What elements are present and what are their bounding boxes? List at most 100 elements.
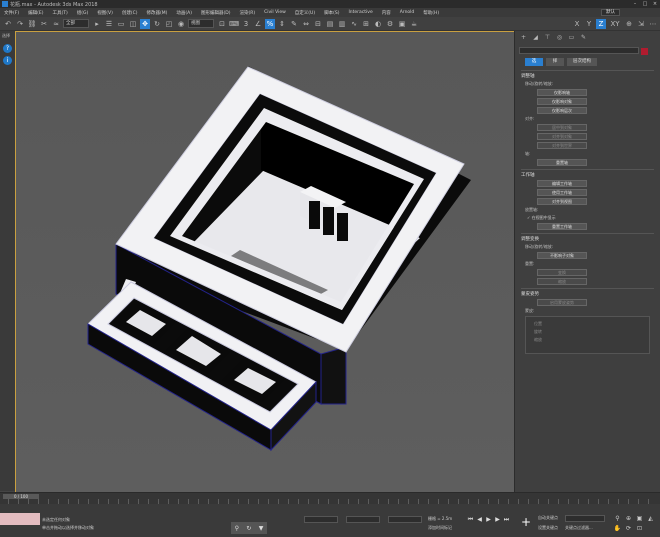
axis-xy-label[interactable]: XY (608, 19, 622, 29)
selection-lock-icon[interactable]: ⚲ (235, 525, 239, 532)
rollout-title[interactable]: 工作轴 (521, 172, 654, 178)
curve-editor-icon[interactable]: ∿ (349, 19, 359, 29)
maxscript-listener[interactable] (0, 513, 40, 525)
go-to-end-icon[interactable]: ⏭ (502, 515, 511, 524)
render-production-icon[interactable]: ☕ (409, 19, 419, 29)
previous-frame-icon[interactable]: ◀ (475, 515, 484, 524)
hierarchy-tab-icon[interactable]: ⊤ (543, 34, 552, 42)
x-coord-field[interactable] (304, 516, 338, 523)
help-icon[interactable]: ? (3, 44, 12, 53)
isolate-icon[interactable]: ↻ (246, 525, 251, 532)
schematic-view-icon[interactable]: ⊞ (361, 19, 371, 29)
window-crossing-icon[interactable]: ◫ (128, 19, 138, 29)
menu-scripting[interactable]: 脚本(S) (324, 10, 339, 16)
select-object-icon[interactable]: ▸ (92, 19, 102, 29)
mirror-icon[interactable]: ⇔ (301, 19, 311, 29)
z-coord-field[interactable] (388, 516, 422, 523)
menu-rendering[interactable]: 渲染(R) (239, 10, 255, 16)
affect-hierarchy-only-button[interactable]: 仅影响层次 (537, 107, 587, 114)
key-filters-button[interactable]: 关键点过滤器... (565, 525, 593, 531)
filter-icon[interactable]: ▼ (259, 525, 264, 532)
tab-link-info[interactable]: 层次结构 (567, 58, 597, 66)
percent-snap-icon[interactable]: % (265, 18, 275, 29)
spinner-snap-icon[interactable]: ⇕ (277, 19, 287, 29)
tab-ik[interactable]: 择 (546, 58, 564, 66)
display-tab-icon[interactable]: ▭ (567, 34, 576, 42)
reference-coordinate-dropdown[interactable]: 视图 (188, 19, 214, 28)
menu-content[interactable]: 内容 (382, 10, 391, 16)
link-icon[interactable]: ⛓ (27, 19, 37, 29)
skin-rotation-option[interactable]: 旋转 (534, 329, 647, 335)
reset-scale-button[interactable]: 缩放 (537, 278, 587, 285)
select-and-scale-icon[interactable]: ◰ (164, 19, 174, 29)
pan-icon[interactable]: ✋ (612, 524, 623, 534)
axis-z-icon[interactable]: Z (596, 18, 606, 29)
select-and-rotate-icon[interactable]: ↻ (152, 19, 162, 29)
menu-views[interactable]: 视图(V) (97, 10, 113, 16)
axis-y-icon[interactable]: Y (584, 19, 594, 29)
key-filter-dropdown[interactable] (565, 515, 605, 522)
add-time-tag[interactable]: 添加时间标记 (428, 525, 452, 531)
axis-options-icon[interactable]: ⋯ (648, 19, 658, 29)
selection-filter-dropdown[interactable]: 全部 (63, 19, 89, 28)
auto-key-button[interactable]: 自动关键点 (538, 515, 558, 521)
skin-scale-option[interactable]: 缩放 (534, 337, 647, 343)
time-slider-track[interactable]: 0 / 100 (0, 492, 660, 504)
rollout-title[interactable]: 调整变换 (521, 236, 654, 242)
axis-x-icon[interactable]: X (572, 19, 582, 29)
tab-pivot[interactable]: 选 (525, 58, 543, 66)
toggle-ribbon-icon[interactable]: ▥ (337, 19, 347, 29)
rendered-frame-icon[interactable]: ▣ (397, 19, 407, 29)
use-working-pivot-button[interactable]: 使用工作轴 (537, 189, 587, 196)
utilities-tab-icon[interactable]: ✎ (579, 34, 588, 42)
close-icon[interactable]: × (650, 1, 660, 7)
named-selection-icon[interactable]: ✎ (289, 19, 299, 29)
material-editor-icon[interactable]: ◐ (373, 19, 383, 29)
angle-snap-icon[interactable]: ∠ (253, 19, 263, 29)
info-icon[interactable]: i (3, 56, 12, 65)
layer-explorer-icon[interactable]: ▤ (325, 19, 335, 29)
enable-skin-pose-button[interactable]: 启用蒙皮姿势 (537, 299, 587, 306)
next-frame-icon[interactable]: ▶ (493, 515, 502, 524)
rollout-title[interactable]: 调整轴 (521, 73, 654, 79)
menu-help[interactable]: 帮助(H) (423, 10, 439, 16)
menu-edit[interactable]: 编辑(E) (28, 10, 43, 16)
go-to-start-icon[interactable]: ⏮ (466, 515, 475, 524)
menu-modifiers[interactable]: 修改器(M) (146, 10, 167, 16)
menu-graph-editors[interactable]: 图形编辑器(D) (201, 10, 230, 16)
undo-icon[interactable]: ↶ (3, 19, 13, 29)
menu-create[interactable]: 创建(C) (122, 10, 138, 16)
align-to-view-button[interactable]: 对齐到视图 (537, 198, 587, 205)
maximize-viewport-icon[interactable]: ⊡ (634, 524, 645, 534)
keyboard-shortcut-icon[interactable]: ⌨ (229, 19, 239, 29)
redo-icon[interactable]: ↷ (15, 19, 25, 29)
menu-arnold[interactable]: Arnold (400, 10, 415, 15)
menu-civil-view[interactable]: Civil View (264, 10, 286, 15)
zoom-extents-icon[interactable]: ▣ (634, 514, 645, 524)
center-to-object-button[interactable]: 居中到对象 (537, 124, 587, 131)
orbit-icon[interactable]: ⟳ (623, 524, 634, 534)
bind-space-warp-icon[interactable]: ≈ (51, 19, 61, 29)
add-key-icon[interactable]: + (519, 515, 533, 529)
unlink-icon[interactable]: ✂ (39, 19, 49, 29)
menu-customize[interactable]: 自定义(U) (295, 10, 315, 16)
placement-icon[interactable]: ◉ (176, 19, 186, 29)
reset-working-pivot-button[interactable]: 重置工作轴 (537, 223, 587, 230)
render-setup-icon[interactable]: ⚙ (385, 19, 395, 29)
snap-toggle-icon[interactable]: 3 (241, 19, 251, 29)
perspective-viewport[interactable]: [+] [透视] [标准] [边面] (15, 31, 515, 493)
affect-object-only-button[interactable]: 仅影响对象 (537, 98, 587, 105)
workspace-dropdown[interactable]: 默认 (601, 9, 620, 16)
axis-constraints-icon[interactable]: ⇲ (636, 19, 646, 29)
align-to-world-button[interactable]: 对齐到世界 (537, 142, 587, 149)
menu-animation[interactable]: 动画(A) (176, 10, 192, 16)
minimize-icon[interactable]: – (630, 1, 640, 7)
maximize-icon[interactable]: □ (640, 1, 650, 7)
reset-pivot-button[interactable]: 重置轴 (537, 159, 587, 166)
rectangular-selection-icon[interactable]: ▭ (116, 19, 126, 29)
edit-working-pivot-button[interactable]: 编辑工作轴 (537, 180, 587, 187)
menu-interactive[interactable]: Interactive (348, 10, 372, 15)
align-to-object-button[interactable]: 对齐到对象 (537, 133, 587, 140)
set-key-button[interactable]: 设置关键点 (538, 525, 558, 531)
play-icon[interactable]: ▶ (484, 515, 493, 524)
